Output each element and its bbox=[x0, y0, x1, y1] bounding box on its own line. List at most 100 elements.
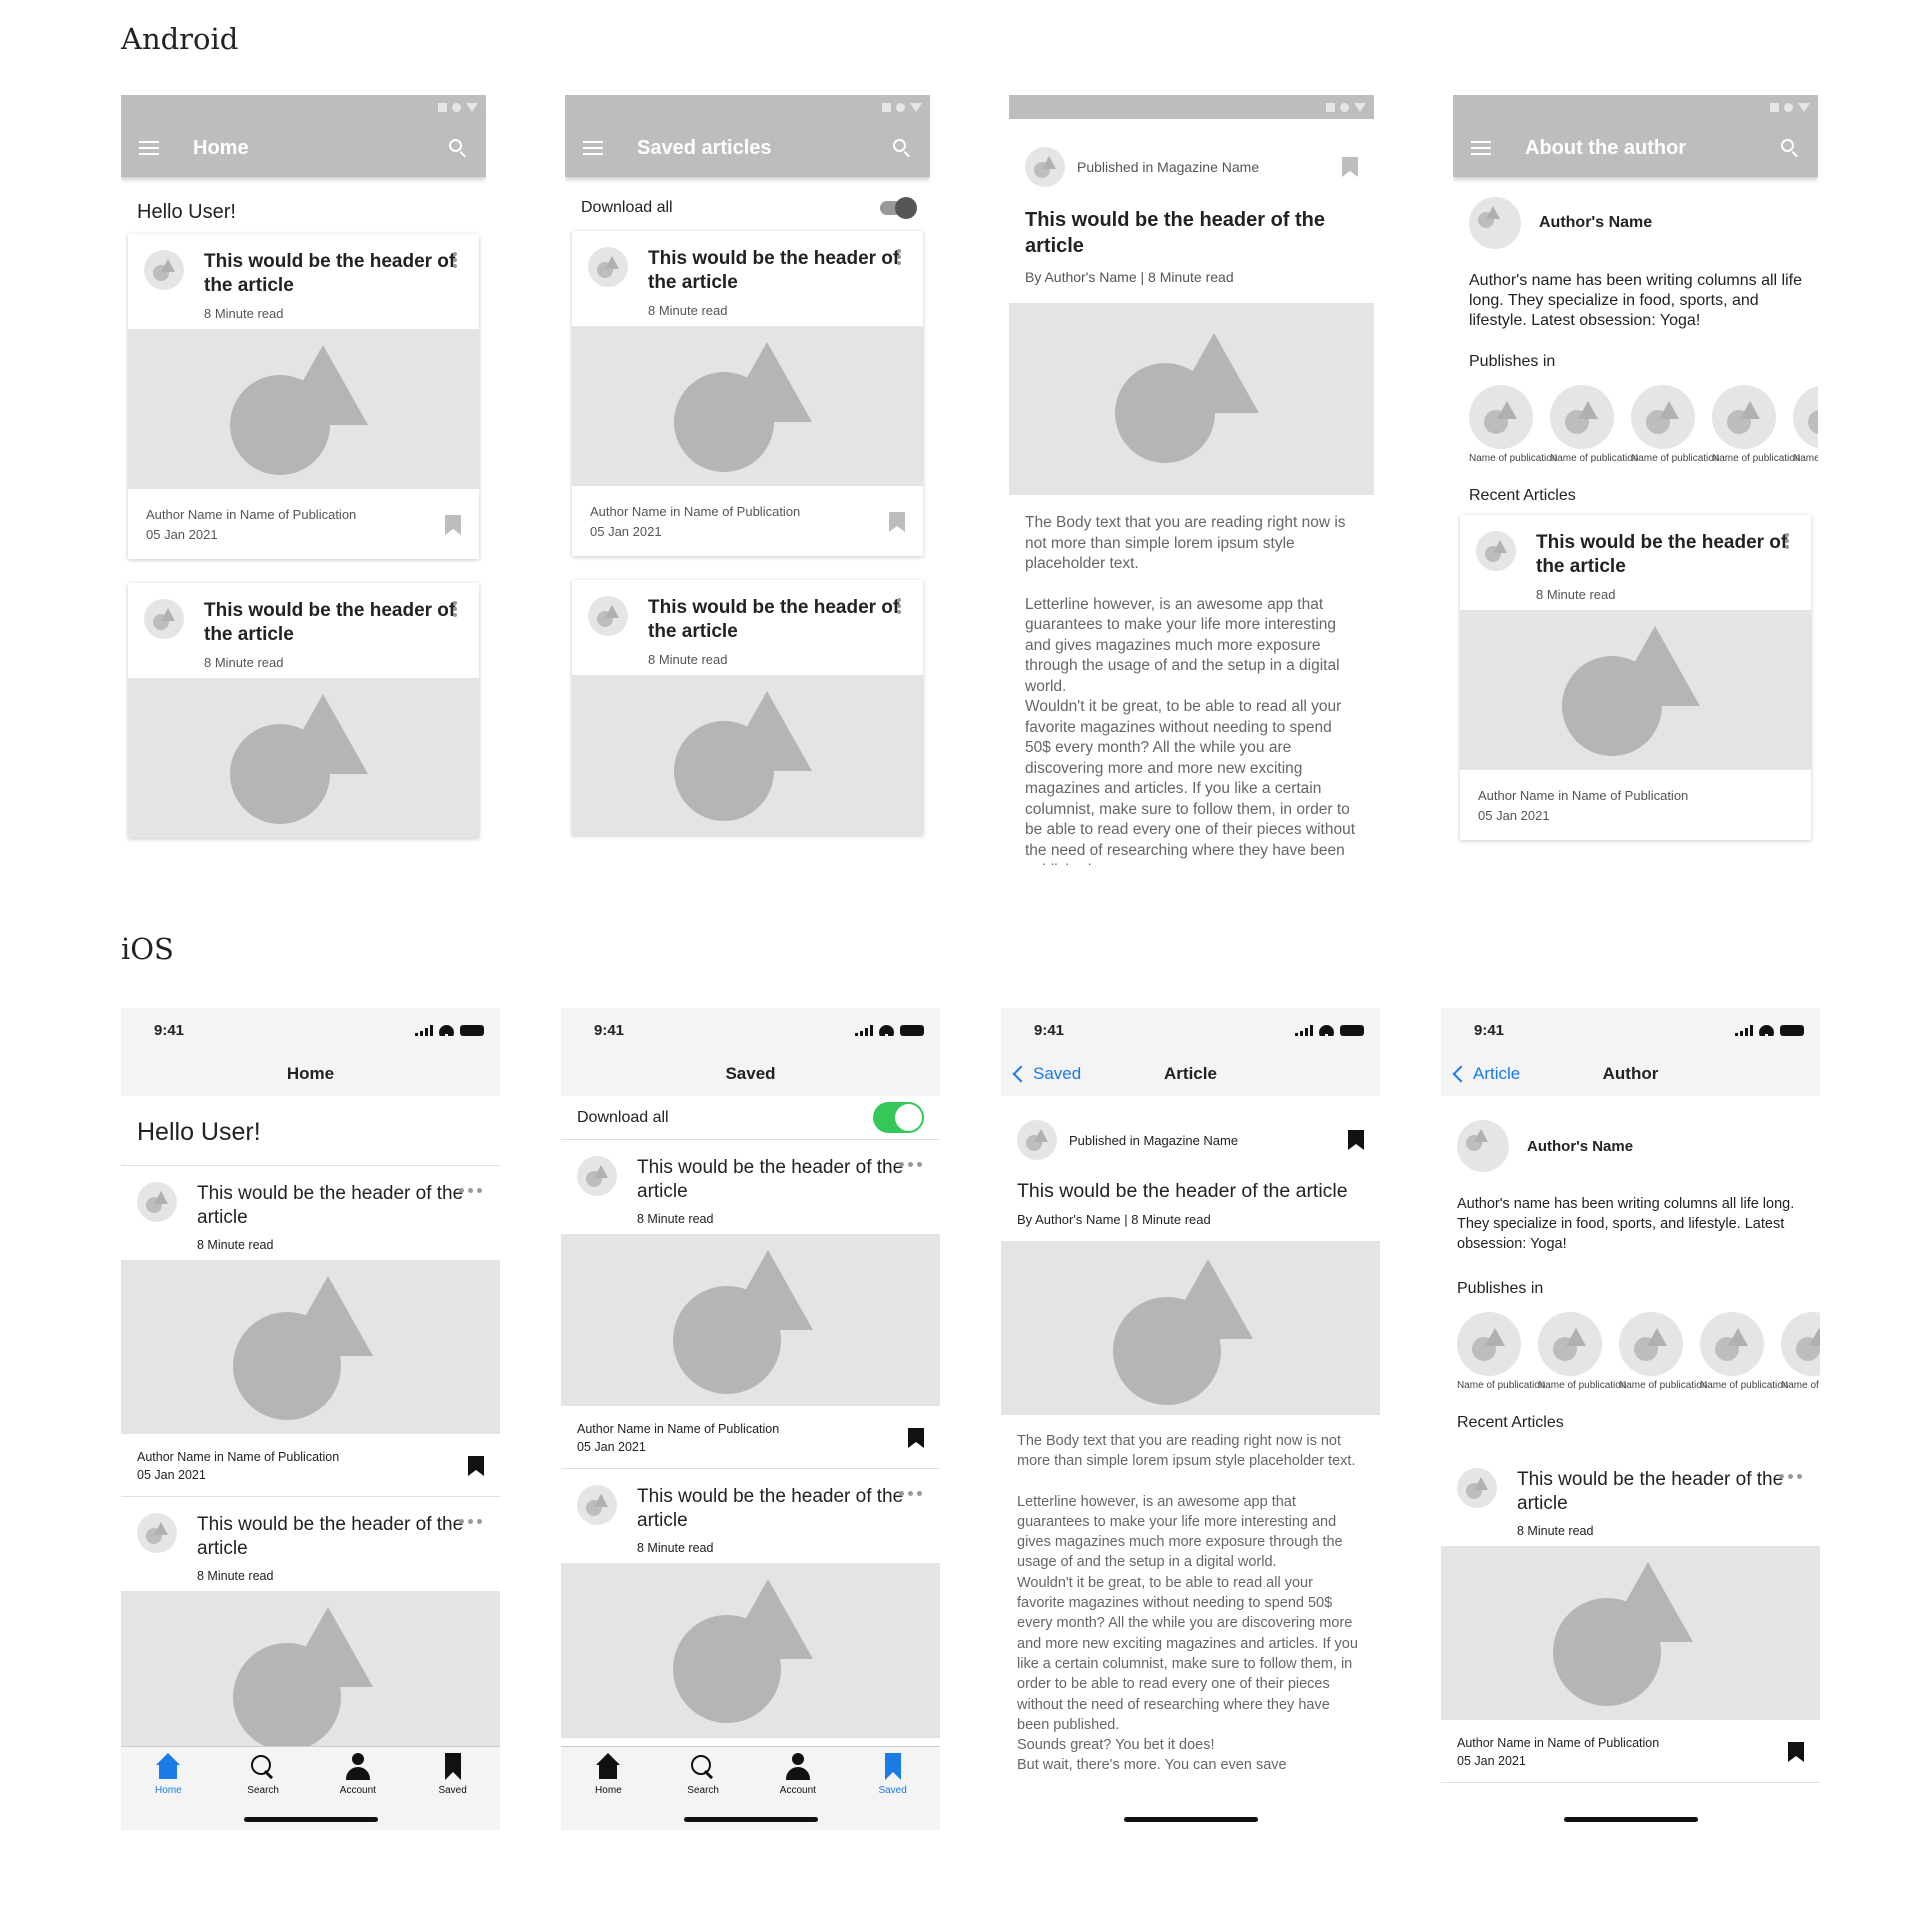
more-options-icon[interactable] bbox=[897, 598, 901, 614]
article-body-paragraph: Wouldn't it be great, to be able to read… bbox=[1017, 1574, 1358, 1733]
back-button[interactable]: Saved bbox=[1009, 1052, 1081, 1096]
publication-item[interactable]: Name of publication bbox=[1619, 1312, 1707, 1392]
author-name: Author's Name bbox=[1539, 214, 1653, 231]
tab-saved[interactable]: Saved bbox=[845, 1747, 940, 1830]
publication-item[interactable]: Name of publication bbox=[1550, 385, 1638, 465]
article-header: This would be the header of the article bbox=[1517, 1469, 1784, 1514]
publication-item[interactable]: Name of publication bbox=[1469, 385, 1557, 465]
article-body-paragraph: The Body text that you are reading right… bbox=[1025, 514, 1346, 572]
article-card[interactable]: This would be the header of the article 8… bbox=[572, 231, 923, 556]
more-options-icon[interactable] bbox=[1785, 533, 1789, 549]
page-title: About the author bbox=[1525, 136, 1687, 159]
publication-name: Name of publication bbox=[1712, 453, 1801, 464]
article-header: This would be the header of the article bbox=[197, 1514, 464, 1559]
more-options-icon[interactable] bbox=[459, 1519, 482, 1524]
search-icon[interactable] bbox=[892, 138, 912, 158]
bookmark-icon[interactable] bbox=[1788, 1742, 1804, 1762]
more-options-icon[interactable] bbox=[897, 249, 901, 265]
author-avatar bbox=[1457, 1120, 1509, 1172]
status-bar: 9:41 bbox=[121, 1008, 500, 1052]
publication-avatar bbox=[1793, 385, 1818, 449]
menu-icon[interactable] bbox=[583, 141, 603, 155]
bookmark-icon[interactable] bbox=[445, 515, 461, 535]
more-options-icon[interactable] bbox=[453, 252, 457, 268]
published-in: Published in Magazine Name bbox=[1069, 1132, 1239, 1148]
publication-item[interactable]: Name of publication bbox=[1700, 1312, 1788, 1392]
author-line: Author Name in Name of Publication bbox=[590, 504, 801, 519]
wifi-icon bbox=[439, 1024, 454, 1036]
greeting: Hello User! bbox=[121, 1096, 500, 1166]
article-card[interactable]: This would be the header of the article 8… bbox=[1460, 515, 1811, 840]
more-options-icon[interactable] bbox=[459, 1188, 482, 1193]
download-all-toggle[interactable] bbox=[880, 197, 917, 219]
clock: 9:41 bbox=[594, 1021, 625, 1039]
search-icon[interactable] bbox=[448, 138, 468, 158]
publication-avatar bbox=[588, 596, 628, 636]
signal-icon bbox=[1295, 1024, 1313, 1036]
page-title: Saved articles bbox=[637, 136, 772, 159]
read-time: 8 Minute read bbox=[204, 306, 284, 321]
bookmark-icon[interactable] bbox=[1348, 1130, 1364, 1150]
more-options-icon[interactable] bbox=[899, 1491, 922, 1496]
article-image bbox=[1009, 303, 1374, 495]
publication-item[interactable]: Name of publication bbox=[1781, 1312, 1820, 1392]
more-options-icon[interactable] bbox=[899, 1162, 922, 1167]
home-indicator bbox=[243, 1817, 378, 1822]
article-header: This would be the header of the article bbox=[197, 1183, 464, 1228]
page-title: Author bbox=[1602, 1064, 1659, 1083]
tab-label: Saved bbox=[438, 1785, 467, 1796]
status-bar: 9:41 bbox=[561, 1008, 940, 1052]
clock: 9:41 bbox=[154, 1021, 185, 1039]
bookmark-icon[interactable] bbox=[1342, 157, 1358, 177]
bookmark-check-icon[interactable] bbox=[908, 1428, 924, 1448]
publication-item[interactable]: Name of publication bbox=[1457, 1312, 1545, 1392]
android-saved-screen: Saved articles Download all This would b… bbox=[565, 95, 930, 865]
app-bar: Home bbox=[121, 119, 486, 177]
battery-icon bbox=[900, 1024, 924, 1036]
menu-icon[interactable] bbox=[1471, 141, 1491, 155]
battery-icon bbox=[1340, 1024, 1364, 1036]
bookmark-check-icon[interactable] bbox=[889, 512, 905, 532]
back-button[interactable]: Article bbox=[1449, 1052, 1520, 1096]
search-icon[interactable] bbox=[1780, 138, 1800, 158]
article-card[interactable]: This would be the header of the article 8… bbox=[1441, 1452, 1820, 1783]
publication-name: Name of publication bbox=[1538, 1380, 1627, 1391]
tab-label: Account bbox=[339, 1785, 376, 1796]
article-card[interactable]: This would be the header of the article 8… bbox=[561, 1469, 940, 1738]
publication-avatar bbox=[577, 1156, 617, 1196]
publication-avatar bbox=[1457, 1468, 1497, 1508]
publishes-in-heading: Publishes in bbox=[1457, 1280, 1544, 1297]
android-home-screen: Home Hello User! This would be the heade… bbox=[121, 95, 486, 865]
publication-item[interactable]: Name of publication bbox=[1712, 385, 1801, 465]
nav-bar: Saved Article bbox=[1001, 1052, 1380, 1096]
article-card[interactable]: This would be the header of the article 8… bbox=[121, 1166, 500, 1497]
author-bio: Author's name has been writing columns a… bbox=[1469, 272, 1802, 329]
home-icon bbox=[594, 1753, 622, 1781]
publication-item[interactable]: Name of publication bbox=[1538, 1312, 1627, 1392]
bookmark-icon[interactable] bbox=[468, 1456, 484, 1476]
menu-icon[interactable] bbox=[139, 141, 159, 155]
article-card[interactable]: This would be the header of the article 8… bbox=[121, 1497, 500, 1766]
more-options-icon[interactable] bbox=[453, 601, 457, 617]
tab-home[interactable]: Home bbox=[121, 1747, 216, 1830]
chevron-left-icon bbox=[1012, 1065, 1030, 1083]
author-line: Author Name in Name of Publication bbox=[1457, 1736, 1660, 1750]
tab-saved[interactable]: Saved bbox=[405, 1747, 500, 1830]
more-options-icon[interactable] bbox=[1779, 1474, 1802, 1479]
article-card[interactable]: This would be the header of the article 8… bbox=[128, 583, 479, 838]
article-card[interactable]: This would be the header of the article 8… bbox=[572, 580, 923, 835]
publication-item[interactable]: Name of publication bbox=[1793, 385, 1818, 465]
nav-bar: Saved bbox=[561, 1052, 940, 1096]
download-all-toggle[interactable] bbox=[873, 1102, 924, 1133]
article-header: This would be the header of the article bbox=[648, 248, 900, 293]
date: 05 Jan 2021 bbox=[590, 524, 662, 539]
publication-name: Name of publication bbox=[1631, 453, 1720, 464]
tab-home[interactable]: Home bbox=[561, 1747, 656, 1830]
date: 05 Jan 2021 bbox=[1457, 1754, 1526, 1768]
article-image bbox=[128, 678, 479, 838]
article-card[interactable]: This would be the header of the article 8… bbox=[561, 1140, 940, 1469]
wifi-icon bbox=[1319, 1024, 1334, 1036]
publication-item[interactable]: Name of publication bbox=[1631, 385, 1720, 465]
read-time: 8 Minute read bbox=[197, 1569, 274, 1583]
article-card[interactable]: This would be the header of the article 8… bbox=[128, 234, 479, 559]
